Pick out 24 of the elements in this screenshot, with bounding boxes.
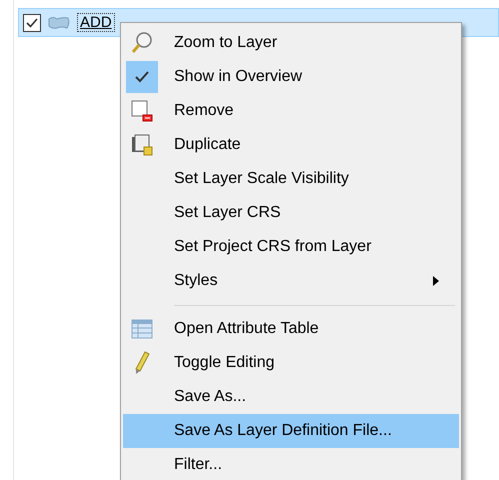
- menu-item[interactable]: Remove: [123, 94, 459, 128]
- menu-item[interactable]: Set Layer CRS: [123, 196, 459, 230]
- remove-layer-icon: [131, 100, 153, 122]
- menu-item[interactable]: Zoom to Layer: [123, 26, 459, 60]
- layer-name: ADD: [77, 13, 115, 32]
- menu-item[interactable]: Set Project CRS from Layer: [123, 230, 459, 264]
- menu-item[interactable]: Filter...: [123, 448, 459, 480]
- check-icon: [135, 71, 149, 83]
- duplicate-layer-icon: [131, 134, 153, 156]
- magnifier-icon: [130, 31, 154, 55]
- menu-item[interactable]: Show in Overview: [123, 60, 459, 94]
- submenu-arrow-icon: [433, 276, 439, 286]
- menu-item[interactable]: Duplicate: [123, 128, 459, 162]
- table-icon: [131, 319, 153, 339]
- menu-item[interactable]: Save As...: [123, 380, 459, 414]
- menu-item[interactable]: Save As Layer Definition File...: [123, 414, 459, 448]
- checkbox[interactable]: [23, 14, 41, 32]
- menu-item[interactable]: Open Attribute Table: [123, 312, 459, 346]
- pencil-icon: [134, 351, 150, 375]
- polygon-layer-icon: [47, 16, 71, 30]
- menu-item[interactable]: Toggle Editing: [123, 346, 459, 380]
- menu-item[interactable]: Set Layer Scale Visibility: [123, 162, 459, 196]
- check-icon: [26, 18, 38, 28]
- menu-item[interactable]: Styles: [123, 264, 459, 298]
